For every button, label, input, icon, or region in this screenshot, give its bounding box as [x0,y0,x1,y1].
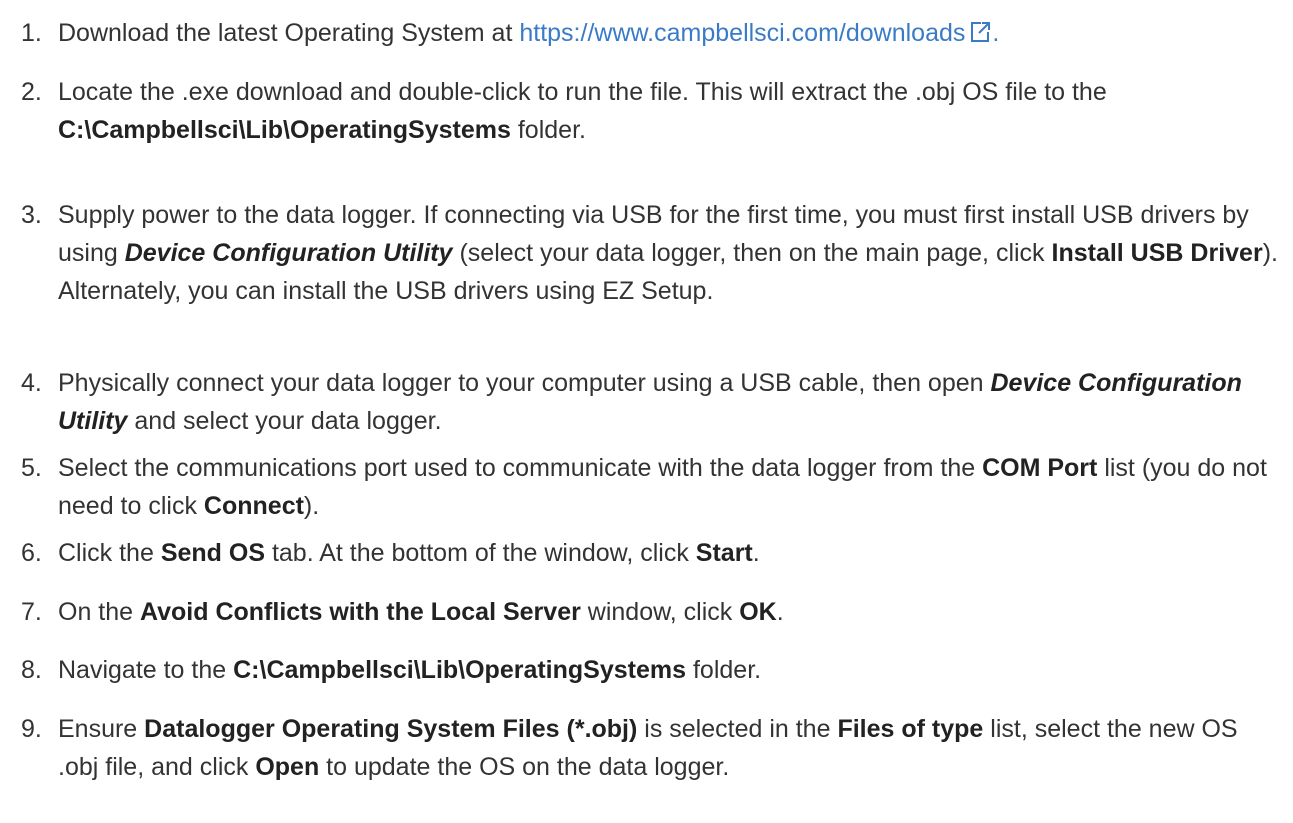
step-text-segment: Select the communications port used to c… [58,454,983,482]
step-text-segment: Physically connect your data logger to y… [58,369,991,397]
step-text-segment: and select your data logger. [127,407,442,435]
external-link-icon[interactable] [968,17,992,55]
step-text: Navigate to the C:\Campbellsci\Lib\Opera… [58,651,1278,689]
step-text-segment: folder. [686,656,762,684]
step-text: Ensure Datalogger Operating System Files… [58,710,1278,786]
ui-control-name: Files of type [837,715,984,743]
step-number: 3. [21,201,42,229]
step-number: 1. [21,19,42,47]
application-name: Device Configuration Utility [124,239,453,267]
step-text-segment: Locate the .exe download and double-clic… [58,78,1107,106]
ui-control-name: Connect [203,492,304,520]
step-number: 9. [21,715,42,743]
step-text-segment: is selected in the [637,715,838,743]
step-text-segment: . [776,598,784,626]
step-text-segment: Download the latest Operating System at [58,19,520,47]
step-text: Click the Send OS tab. At the bottom of … [58,534,1278,572]
ui-control-name: Install USB Driver [1051,239,1263,267]
step-text-segment: Navigate to the [58,656,234,684]
step-text-segment: (select your data logger, then on the ma… [452,239,1052,267]
step-text: Supply power to the data logger. If conn… [58,196,1278,310]
ui-control-name: Open [255,753,320,781]
step-text-segment: folder. [510,116,586,144]
downloads-link-text[interactable]: https://www.campbellsci.com/downloads [519,19,965,47]
step-number: 7. [21,598,42,626]
step-number: 6. [21,539,42,567]
folder-path: C:\Campbellsci\Lib\OperatingSystems [233,656,687,684]
downloads-link[interactable]: https://www.campbellsci.com/downloads. [519,19,999,47]
ui-control-name: COM Port [982,454,1098,482]
step-text: On the Avoid Conflicts with the Local Se… [58,593,1278,631]
step-number: 2. [21,78,42,106]
ui-control-name: Datalogger Operating System Files (*.obj… [144,715,638,743]
ui-control-name: OK [739,598,777,626]
step-text-segment: On the [58,598,140,626]
step-text-segment: Ensure [58,715,145,743]
step-text: Locate the .exe download and double-clic… [58,73,1278,149]
step-number: 8. [21,656,42,684]
step-text-segment: ). [303,492,320,520]
step-number: 5. [21,454,42,482]
step-number: 4. [21,369,42,397]
step-text-segment: tab. At the bottom of the window, click [265,539,696,567]
document-page: 1. Download the latest Operating System … [0,0,1293,823]
step-text: Physically connect your data logger to y… [58,364,1278,440]
step-text-segment: Click the [58,539,161,567]
step-text-segment: window, click [580,598,740,626]
folder-path: C:\Campbellsci\Lib\OperatingSystems [58,116,511,144]
step-text: Download the latest Operating System at … [58,14,1278,55]
ui-control-name: Avoid Conflicts with the Local Server [140,598,581,626]
step-text: Select the communications port used to c… [58,449,1278,525]
ui-control-name: Start [695,539,753,567]
external-link-icon-graphic [971,22,991,42]
step-text-segment: . [752,539,760,567]
link-trailing-period[interactable]: . [992,19,999,47]
step-text-segment: to update the OS on the data logger. [319,753,730,781]
ui-control-name: Send OS [160,539,265,567]
